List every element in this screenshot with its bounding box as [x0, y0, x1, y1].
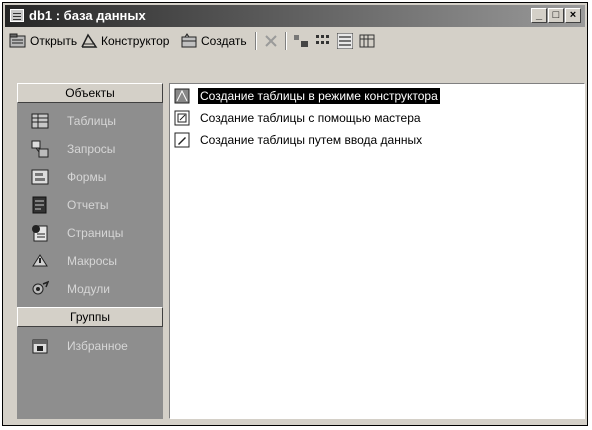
open-button[interactable]: Открыть [9, 31, 77, 51]
details-view-icon[interactable] [359, 33, 375, 49]
groups-header[interactable]: Группы [17, 307, 163, 327]
toolbar-separator [255, 32, 257, 50]
sidebar-item-macros[interactable]: Макросы [21, 248, 161, 274]
favorites-icon [32, 339, 48, 354]
toolbar: Открыть Конструктор Создать [5, 28, 585, 54]
table-icon [31, 113, 49, 129]
delete-icon[interactable] [263, 33, 279, 49]
window-title: db1 : база данных [29, 8, 146, 23]
toolbar-separator [285, 32, 287, 50]
module-icon [32, 280, 49, 295]
list-item-label: Создание таблицы в режиме конструктора [198, 88, 440, 104]
sidebar-item-tables[interactable]: Таблицы [21, 108, 161, 134]
sidebar-item-label: Страницы [67, 226, 124, 240]
data-entry-icon [174, 132, 190, 148]
sidebar-item-label: Модули [67, 282, 110, 296]
create-label: Создать [201, 34, 247, 48]
database-window: db1 : база данных _ □ × Открыть Конструк… [2, 2, 588, 426]
sidebar-item-reports[interactable]: Отчеты [21, 192, 161, 218]
objects-header[interactable]: Объекты [17, 83, 163, 103]
sidebar-item-favorites[interactable]: Избранное [21, 333, 161, 359]
sidebar-item-label: Таблицы [67, 114, 117, 128]
list-item[interactable]: Создание таблицы с помощью мастера [174, 108, 423, 128]
create-button[interactable]: Создать [180, 31, 247, 51]
report-icon [32, 196, 47, 214]
wizard-icon [174, 110, 190, 126]
sidebar-item-queries[interactable]: Запросы [21, 136, 161, 162]
sidebar-item-label: Отчеты [67, 198, 109, 212]
page-icon [32, 225, 48, 242]
macro-icon [32, 254, 48, 267]
sidebar-item-forms[interactable]: Формы [21, 164, 161, 190]
create-icon [181, 33, 197, 48]
objects-bar: Объекты Таблицы Запросы Формы Отчеты Стр… [17, 83, 163, 419]
close-button[interactable]: × [565, 8, 581, 23]
title-bar[interactable]: db1 : база данных _ □ × [5, 5, 585, 27]
list-item-label: Создание таблицы с помощью мастера [200, 111, 421, 125]
sidebar-item-label: Избранное [67, 339, 128, 353]
list-view-icon[interactable] [337, 33, 353, 49]
form-icon [31, 169, 49, 185]
small-icons-icon[interactable] [315, 33, 331, 49]
sidebar-item-label: Макросы [67, 254, 118, 268]
sidebar-item-label: Запросы [67, 142, 116, 156]
design-icon [81, 33, 98, 48]
query-icon [31, 140, 49, 158]
open-icon [9, 33, 26, 48]
large-icons-icon[interactable] [293, 33, 309, 49]
sidebar-item-modules[interactable]: Модули [21, 276, 161, 302]
database-icon [10, 9, 24, 22]
sidebar-item-label: Формы [67, 170, 107, 184]
maximize-button[interactable]: □ [548, 8, 564, 23]
design-button[interactable]: Конструктор [80, 31, 169, 51]
minimize-button[interactable]: _ [531, 8, 547, 23]
design-wizard-icon [174, 88, 190, 104]
list-item[interactable]: Создание таблицы в режиме конструктора [174, 86, 440, 106]
open-label: Открыть [30, 34, 78, 48]
list-item-label: Создание таблицы путем ввода данных [200, 133, 423, 147]
list-item[interactable]: Создание таблицы путем ввода данных [174, 130, 424, 150]
sidebar-item-pages[interactable]: Страницы [21, 220, 161, 246]
design-label: Конструктор [101, 34, 170, 48]
object-list: Создание таблицы в режиме конструктора С… [169, 83, 585, 419]
